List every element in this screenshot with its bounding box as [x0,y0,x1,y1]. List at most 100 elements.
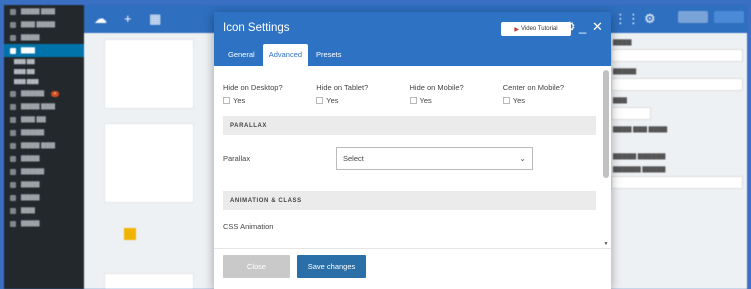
update-button[interactable] [714,11,744,23]
hide-mobile-option: Hide on Mobile? Yes [409,83,503,105]
tab-advanced[interactable]: Advanced [262,44,309,66]
sidebar-item[interactable]: ▇▇▇▇ [4,178,84,191]
sidebar-item[interactable]: ▇▇▇ ▇▇▇▇ [4,18,84,31]
modal-tabs: General Advanced Presets [222,44,347,66]
sidebar-item[interactable]: ▇▇▇▇ [4,191,84,204]
menu-icon [10,194,16,201]
cloud-icon[interactable]: ☁ [94,11,107,27]
content-block[interactable] [104,123,194,203]
blurred-label: ▇▇▇▇ [21,35,40,41]
checkbox-box[interactable] [409,97,417,104]
parallax-label: Parallax [223,154,251,163]
blurred-label: ▇▇▇▇▇ [21,130,45,136]
menu-icon [10,220,16,227]
sidebar-subitem[interactable]: ▇▇▇ ▇▇▇ [4,77,84,87]
panel-label: ▇▇▇▇▇ [613,69,637,75]
checkbox-label: Yes [326,96,339,105]
menu-icon [10,129,16,136]
panel-field[interactable] [611,107,651,120]
menu-icon [10,168,16,175]
sidebar-item[interactable]: ▇▇▇▇ ▇▇▇ [4,100,84,113]
plus-icon[interactable]: + [124,11,132,26]
notification-badge: • [51,90,59,97]
hide-tablet-checkbox[interactable]: Yes [316,96,409,105]
animation-section-heading: ANIMATION & CLASS [223,191,596,210]
modal-scrollbar[interactable]: ▼ [603,70,609,247]
content-block[interactable] [104,273,194,289]
minimize-icon[interactable]: _ [579,20,586,34]
sidebar-item[interactable]: ▇▇▇▇ [4,152,84,165]
close-icon[interactable]: ✕ [592,20,603,34]
menu-icon [10,47,16,54]
sidebar-item[interactable]: ▇▇▇▇ ▇▇▇ [4,139,84,152]
center-mobile-checkbox[interactable]: Yes [502,96,596,105]
panel-label: ▇▇▇ [613,98,627,104]
menu-icon [10,181,16,188]
sidebar-item[interactable]: ▇▇▇▇▇ [4,165,84,178]
parallax-section-heading: PARALLAX [223,116,596,135]
blurred-label: ▇▇▇▇ [21,221,40,227]
save-changes-button[interactable]: Save changes [297,255,366,278]
panel-field[interactable] [611,49,743,62]
blurred-label: ▇▇▇▇▇ [21,91,45,97]
blurred-label: ▇▇▇ ▇▇ [14,69,35,75]
hide-tablet-title: Hide on Tablet? [316,83,369,92]
panel-field[interactable] [611,78,743,91]
blurred-label: ▇▇▇ ▇▇▇ [14,79,39,85]
panel-label: ▇▇▇▇ [613,40,632,46]
center-mobile-option: Center on Mobile? Yes [502,83,596,105]
modal-body: Hide on Desktop? Yes Hide on Tablet? Yes… [214,66,611,248]
hide-tablet-option: Hide on Tablet? Yes [316,83,409,105]
gear-icon[interactable]: ⚙ [564,20,576,34]
tab-presets[interactable]: Presets [310,44,347,66]
checkbox-box[interactable] [316,97,324,104]
checkbox-box[interactable] [502,97,510,104]
parallax-select-value: Select [343,154,364,163]
content-block[interactable] [104,39,194,109]
gear-icon[interactable]: ⚙ [644,11,656,27]
menu-icon [10,21,16,28]
sidebar-item[interactable]: ▇▇▇▇ [4,217,84,230]
menu-icon [10,103,16,110]
tab-general[interactable]: General [222,44,261,66]
visibility-options: Hide on Desktop? Yes Hide on Tablet? Yes… [223,83,596,105]
preview-button[interactable] [678,11,708,23]
panel-field[interactable] [611,176,743,189]
modal-footer: Close Save changes [214,248,611,289]
document-settings-panel: ▇▇▇▇ ▇▇▇▇▇ ▇▇▇ ▇▇▇▇ ▇▇▇ ▇▇▇▇ ▇▇▇▇▇ ▇▇▇▇▇… [607,33,747,289]
blurred-label: ▇▇▇ ▇▇ [14,59,35,65]
checkbox-box[interactable] [223,97,230,104]
icon-settings-modal: Icon Settings ▶ Video Tutorial ⚙ _ ✕ Gen… [214,12,611,289]
sidebar-item[interactable]: ▇▇▇▇ [4,31,84,44]
hide-desktop-checkbox[interactable]: Yes [223,96,316,105]
video-tutorial-button[interactable]: ▶ Video Tutorial [501,22,571,36]
sidebar-item[interactable]: ▇▇▇ ▇▇ [4,113,84,126]
checkbox-label: Yes [233,96,246,105]
panel-label: ▇▇▇▇ ▇▇▇ ▇▇▇▇ [613,127,668,133]
blurred-label: ▇▇▇▇▇ [21,169,45,175]
close-button[interactable]: Close [223,255,290,278]
sidebar-item[interactable]: ▇▇▇▇▇ • [4,87,84,100]
scroll-down-arrow-icon[interactable]: ▼ [603,241,609,247]
parallax-select[interactable]: Select ⌄ [336,147,533,170]
video-tutorial-label: Video Tutorial [521,26,558,32]
sidebar-item-active[interactable]: ▇▇▇ [4,44,84,57]
grid-icon[interactable]: ▦ [149,11,161,27]
sidebar-item[interactable]: ▇▇▇ [4,204,84,217]
checkbox-label: Yes [419,96,432,105]
scrollbar-thumb[interactable] [603,70,609,178]
layout-icon[interactable]: ⋮⋮ [614,11,640,27]
modal-title: Icon Settings [223,22,290,34]
blurred-label: ▇▇▇▇ [21,195,40,201]
sidebar-item[interactable]: ▇▇▇▇ ▇▇▇ [4,5,84,18]
chevron-down-icon: ⌄ [519,154,526,163]
blurred-label: ▇▇▇▇ ▇▇▇ [21,104,55,110]
hide-mobile-checkbox[interactable]: Yes [409,96,503,105]
play-icon: ▶ [514,26,520,33]
sidebar-subitem[interactable]: ▇▇▇ ▇▇ [4,67,84,77]
panel-label: ▇▇▇▇▇ ▇▇▇▇▇▇ [613,154,666,160]
sidebar-subitem[interactable]: ▇▇▇ ▇▇ [4,57,84,67]
hide-desktop-option: Hide on Desktop? Yes [223,83,316,105]
sidebar-item[interactable]: ▇▇▇▇▇ [4,126,84,139]
blurred-label: ▇▇▇▇ [21,182,40,188]
